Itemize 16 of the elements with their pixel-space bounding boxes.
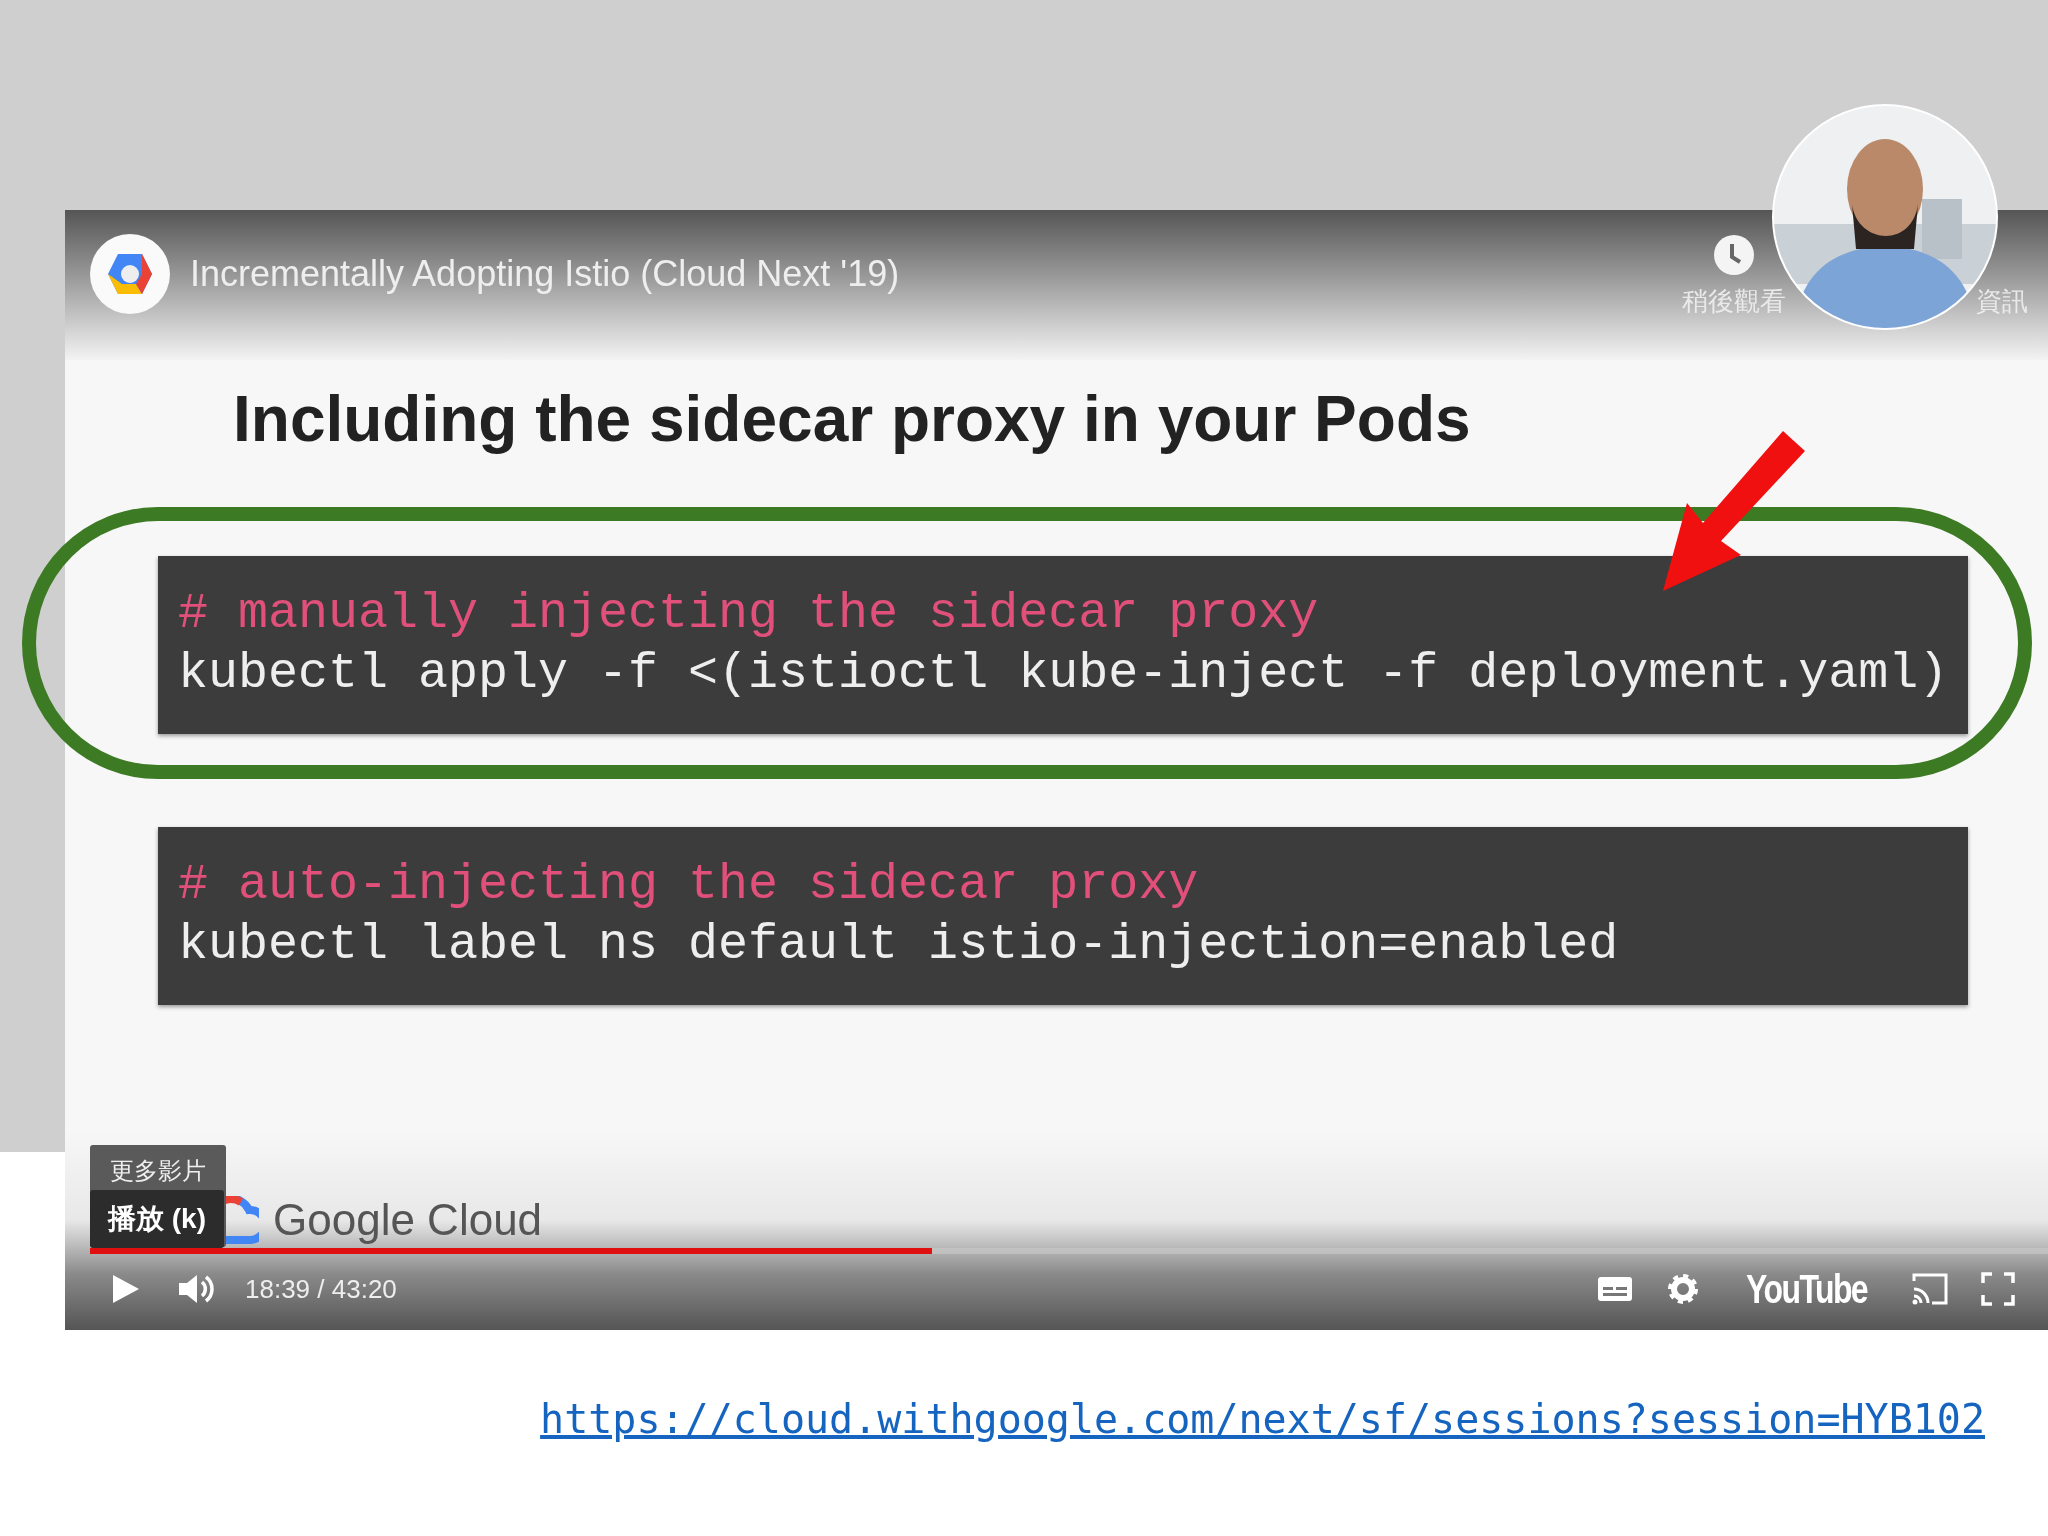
fullscreen-icon[interactable] bbox=[1978, 1269, 2018, 1309]
session-link[interactable]: https://cloud.withgoogle.com/next/sf/sessions?session=HYB102 bbox=[0, 1396, 1985, 1442]
slide-heading: Including the sidecar proxy in your Pods bbox=[233, 382, 1472, 456]
tooltip: 播放 (k) bbox=[90, 1190, 224, 1248]
brand-wordmark[interactable]: YouTube bbox=[1745, 1266, 1867, 1312]
action-label[interactable]: 稍後觀看 bbox=[1682, 284, 1786, 319]
time-display: 18:39 / 43:20 bbox=[245, 1273, 397, 1305]
code-comment: # auto-injecting the sidecar proxy bbox=[178, 855, 1199, 915]
clock-icon bbox=[1713, 234, 1755, 276]
action-label[interactable]: 資訊 bbox=[1976, 284, 2028, 319]
slide-logo-text: Google Cloud bbox=[273, 1195, 543, 1245]
video-title[interactable]: Incrementally Adopting Istio (Cloud Next '19) bbox=[190, 253, 900, 295]
code-command: kubectl label ns default istio-injection=enabled bbox=[178, 915, 1619, 975]
code-command: kubectl apply -f <(istioctl kube-inject -f deployment.yaml) bbox=[178, 644, 1949, 704]
code-comment: # manually injecting the sidecar proxy bbox=[178, 584, 1319, 644]
hexagon-logo-icon bbox=[90, 234, 170, 314]
